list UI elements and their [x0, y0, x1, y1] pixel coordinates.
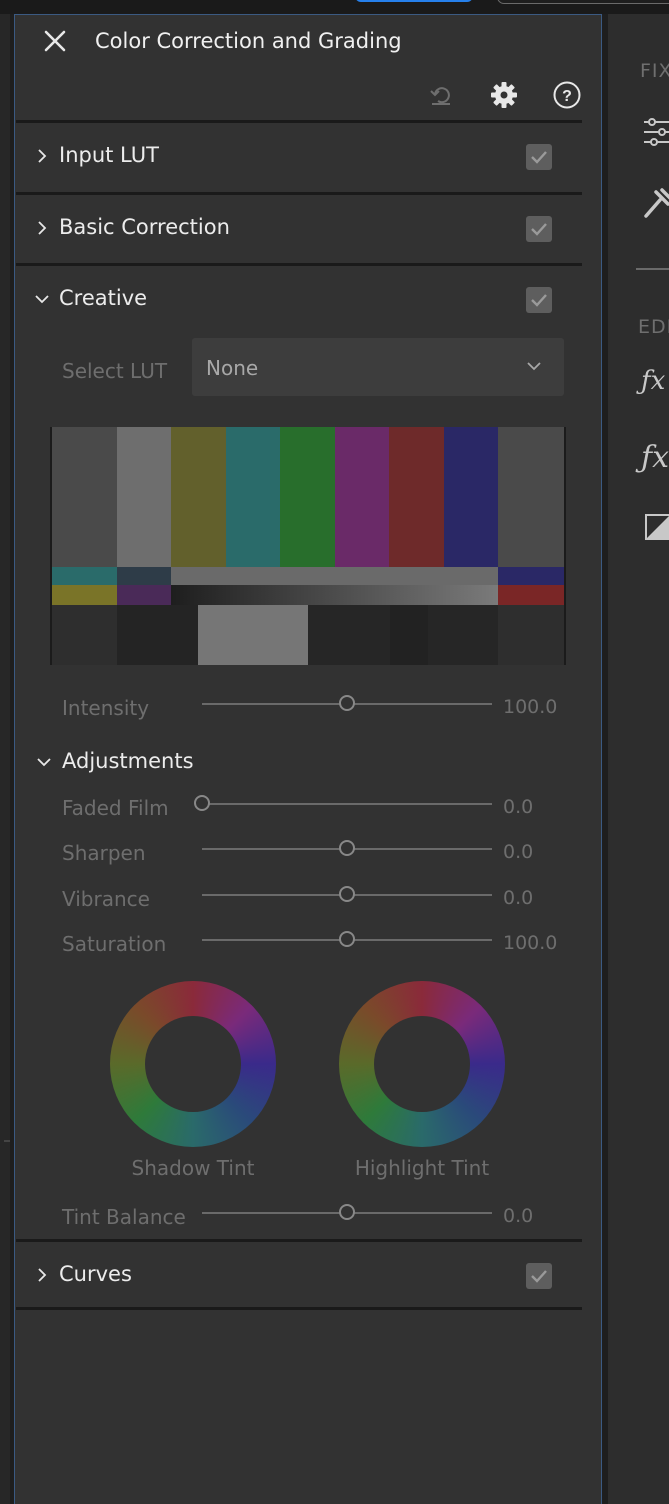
gear-icon [491, 82, 517, 108]
close-icon [44, 30, 66, 52]
contrast-tool[interactable] [645, 514, 669, 544]
fix-section-label: FIX [640, 60, 669, 82]
sharpen-slider[interactable] [202, 839, 492, 859]
section-basic-correction[interactable]: Basic Correction [16, 196, 582, 264]
faded-film-value[interactable]: 0.0 [503, 796, 533, 818]
help-icon: ? [553, 81, 581, 109]
checkmark-icon [531, 1270, 547, 1283]
select-lut-dropdown[interactable]: None [192, 338, 564, 396]
slider-thumb[interactable] [339, 931, 355, 947]
tint-balance-slider[interactable] [202, 1203, 492, 1223]
input-lut-checkbox[interactable] [526, 144, 552, 170]
fx-pen-tool[interactable]: ƒx [641, 366, 665, 396]
left-panel-edge [0, 14, 10, 1504]
right-tools-panel [608, 14, 669, 1504]
adjustments-toggle[interactable]: Adjustments [36, 748, 236, 778]
tint-balance-value[interactable]: 0.0 [503, 1205, 533, 1227]
close-button[interactable] [41, 27, 69, 55]
section-divider [16, 263, 582, 266]
fx-pen-icon: ƒx [641, 366, 666, 396]
slider-thumb[interactable] [194, 795, 210, 811]
vibrance-label: Vibrance [62, 887, 150, 911]
checkmark-icon [531, 294, 547, 307]
highlight-tint-wheel[interactable] [339, 981, 505, 1147]
vibrance-value[interactable]: 0.0 [503, 887, 533, 909]
curves-checkbox[interactable] [526, 1263, 552, 1289]
slider-thumb[interactable] [339, 886, 355, 902]
section-divider [16, 192, 582, 195]
slider-thumb[interactable] [339, 1204, 355, 1220]
creative-checkbox[interactable] [526, 287, 552, 313]
right-panel-divider [636, 268, 669, 270]
reset-icon [430, 87, 450, 105]
adjustments-label: Adjustments [62, 749, 194, 773]
section-label: Curves [59, 1262, 132, 1286]
contrast-icon [645, 514, 669, 540]
wrench-icon [644, 188, 669, 218]
highlight-tint-label: Highlight Tint [354, 1156, 490, 1180]
slider-thumb[interactable] [339, 840, 355, 856]
checkmark-icon [531, 223, 547, 236]
svg-text:?: ? [562, 88, 572, 105]
help-button[interactable]: ? [552, 80, 582, 110]
faded-film-label: Faded Film [62, 796, 169, 820]
vibrance-slider[interactable] [202, 885, 492, 905]
intensity-value[interactable]: 100.0 [503, 696, 557, 718]
reset-button[interactable] [426, 80, 456, 110]
intensity-slider[interactable] [202, 694, 492, 714]
left-edge-divider [4, 1140, 10, 1142]
saturation-value[interactable]: 100.0 [503, 932, 557, 954]
tint-balance-label: Tint Balance [62, 1205, 186, 1229]
chevron-down-icon [35, 295, 49, 304]
select-lut-value: None [206, 356, 259, 380]
section-label: Creative [59, 286, 148, 310]
faded-film-slider[interactable] [194, 794, 492, 814]
sharpen-value[interactable]: 0.0 [503, 841, 533, 863]
chevron-down-icon [37, 758, 51, 767]
checkmark-icon [531, 151, 547, 164]
saturation-label: Saturation [62, 932, 167, 956]
shadow-tint-label: Shadow Tint [131, 1156, 255, 1180]
chevron-right-icon [38, 1268, 47, 1282]
wrench-tool[interactable] [642, 186, 669, 224]
panel-title: Color Correction and Grading [95, 29, 402, 53]
basic-correction-checkbox[interactable] [526, 216, 552, 242]
sliders-tool[interactable] [642, 116, 669, 152]
top-primary-button[interactable] [355, 0, 473, 2]
shadow-tint-wheel[interactable] [110, 981, 276, 1147]
lut-preview-image [50, 427, 566, 665]
chevron-right-icon [38, 221, 47, 235]
section-divider [16, 1307, 582, 1310]
chevron-right-icon [38, 149, 47, 163]
edit-section-label: EDI [638, 316, 669, 338]
fx-icon: ƒx [641, 440, 669, 475]
section-creative[interactable]: Creative [16, 267, 582, 335]
section-label: Input LUT [59, 143, 159, 167]
select-lut-label: Select LUT [62, 359, 168, 383]
header-divider [16, 120, 582, 123]
sharpen-label: Sharpen [62, 841, 146, 865]
saturation-slider[interactable] [202, 930, 492, 950]
section-input-lut[interactable]: Input LUT [16, 124, 582, 192]
section-label: Basic Correction [59, 215, 230, 239]
sliders-icon [644, 118, 669, 146]
top-secondary-button[interactable] [497, 0, 669, 4]
chevron-down-icon [527, 362, 541, 371]
section-curves[interactable]: Curves [16, 1243, 582, 1311]
settings-button[interactable] [489, 80, 519, 110]
slider-thumb[interactable] [339, 695, 355, 711]
section-divider [16, 1239, 582, 1242]
fx-tool[interactable]: ƒx [641, 440, 669, 475]
intensity-label: Intensity [62, 696, 150, 720]
